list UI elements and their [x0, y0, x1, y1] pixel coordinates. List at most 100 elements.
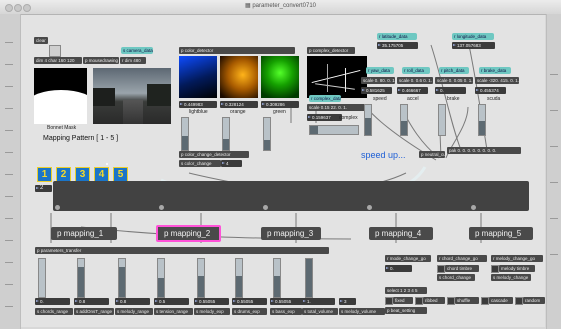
patcher-canvas[interactable]: clear dim 4 char 160 120 p mousedrawing …	[21, 15, 545, 327]
accel-scale-object[interactable]: scale 0. 0.6 0. 1.	[397, 77, 433, 84]
mapping-selected-value[interactable]: 2	[35, 185, 52, 192]
clear-message[interactable]: clear	[34, 37, 48, 44]
green-value[interactable]: 0.309286	[261, 101, 299, 108]
mapping-button-2[interactable]: 2	[56, 167, 71, 182]
toolbar-tool-icon[interactable]	[5, 108, 13, 109]
tension-range-send[interactable]: s tension_range	[154, 308, 193, 315]
toolbar-tool-icon[interactable]	[5, 152, 13, 153]
random-toggle[interactable]	[515, 297, 523, 305]
melody-exp-send[interactable]: s melody_exp	[194, 308, 230, 315]
mode-change-receive[interactable]: r mode_change_go	[385, 255, 431, 262]
melody-exp-slider[interactable]	[197, 258, 205, 298]
orange-slider[interactable]	[222, 117, 230, 151]
color-change-send[interactable]: s color_change	[179, 160, 221, 167]
mapping-patch-2[interactable]: p mapping_2	[156, 225, 221, 242]
parameters-transfer-object[interactable]: p parameters_transfer	[35, 247, 329, 254]
clear-toggle[interactable]	[49, 45, 61, 57]
toolbar-tool-icon[interactable]	[550, 182, 558, 183]
toolbar-tool-icon[interactable]	[5, 86, 13, 87]
roll-data-receive[interactable]: r roll_data	[402, 67, 430, 74]
toolbar-tool-icon[interactable]	[550, 74, 558, 75]
toolbar-tool-icon[interactable]	[5, 262, 13, 263]
melody-change-receive[interactable]: r melody_change_go	[491, 255, 543, 262]
yaw-data-receive[interactable]: r yaw_data	[366, 67, 394, 74]
addons-range-slider[interactable]	[77, 258, 85, 298]
total-volume-value[interactable]: 1.	[302, 298, 335, 305]
toolbar-tool-icon[interactable]	[550, 218, 558, 219]
mousedrawing-object[interactable]: p mousedrawing	[83, 57, 119, 64]
brake-slider[interactable]	[438, 104, 446, 136]
pak-object[interactable]: pak 0. 0. 0. 0. 0. 0. 0. 0.	[447, 147, 521, 154]
complex-detector-object[interactable]: p complex_detector	[307, 47, 355, 54]
beat-setting-object[interactable]: p beat_setting	[385, 307, 427, 314]
bass-exp-send[interactable]: s bass_exp	[270, 308, 302, 315]
melody-range-send[interactable]: s melody_range	[115, 308, 153, 315]
latitude-value[interactable]: 35.175705	[377, 42, 418, 49]
mapping-patch-5[interactable]: p mapping_5	[469, 227, 533, 240]
mapping-button-5[interactable]: 5	[113, 167, 128, 182]
speed-scale-object[interactable]: scale 0. 80. 0. 1.	[361, 77, 395, 84]
melody-range-slider[interactable]	[118, 258, 126, 298]
drums-exp-slider[interactable]	[235, 258, 243, 298]
total-volume-send[interactable]: s total_volume	[302, 308, 338, 315]
scuda-value[interactable]: 0.455374	[475, 87, 506, 94]
toolbar-tool-icon[interactable]	[5, 42, 13, 43]
mapping-button-4[interactable]: 4	[94, 167, 109, 182]
lightblue-value[interactable]: 0.449983	[179, 101, 217, 108]
scuda-slider[interactable]	[478, 104, 486, 136]
fixed-toggle[interactable]	[385, 297, 393, 305]
orange-value[interactable]: 0.328124	[220, 101, 258, 108]
color-detector-object[interactable]: p color_detector	[179, 47, 295, 54]
chord-timbre-toggle[interactable]	[437, 265, 445, 273]
toolbar-tool-icon[interactable]	[5, 218, 13, 219]
toolbar-tool-icon[interactable]	[550, 146, 558, 147]
accel-value[interactable]: 0.466667	[397, 87, 428, 94]
melody-volume-number[interactable]: 3	[339, 298, 356, 305]
complex-data-receive[interactable]: r complex_data	[309, 95, 341, 102]
select-object[interactable]: select 1 2 3 4 5	[385, 287, 427, 294]
camera-data-send[interactable]: s camera_data	[121, 47, 153, 54]
chord-change-send[interactable]: s chord_change	[437, 274, 475, 281]
toolbar-tool-icon[interactable]	[5, 240, 13, 241]
bass-exp-value[interactable]: 0.55055	[270, 298, 305, 305]
chords-range-slider[interactable]	[38, 258, 46, 298]
speed-value[interactable]: 0.581625	[361, 87, 392, 94]
mapping-patch-3[interactable]: p mapping_3	[261, 227, 321, 240]
drums-exp-value[interactable]: 0.55055	[232, 298, 267, 305]
tension-range-slider[interactable]	[157, 258, 165, 298]
chord-change-receive[interactable]: r chord_change_go	[437, 255, 487, 262]
green-slider[interactable]	[263, 117, 271, 151]
bass-exp-slider[interactable]	[273, 258, 281, 298]
ribbed-toggle[interactable]	[415, 297, 423, 305]
mapping-button-3[interactable]: 3	[75, 167, 90, 182]
toolbar-tool-icon[interactable]	[5, 174, 13, 175]
accel-slider[interactable]	[400, 104, 408, 136]
complex-scale-object[interactable]: scale 0.15 22. 0. 1.	[307, 104, 365, 111]
lightblue-slider[interactable]	[181, 117, 189, 151]
melody-range-value[interactable]: 0.8	[115, 298, 150, 305]
melody-volume-send[interactable]: s melody_volume	[339, 308, 385, 315]
addons-range-value[interactable]: 0.8	[74, 298, 109, 305]
pitch-data-receive[interactable]: r pitch_data	[439, 67, 469, 74]
color-change-detector-object[interactable]: p color_change_detector	[179, 151, 249, 158]
chords-range-value[interactable]: 0.	[35, 298, 70, 305]
toolbar-tool-icon[interactable]	[5, 284, 13, 285]
melody-exp-value[interactable]: 0.55055	[194, 298, 229, 305]
mapping-button-1[interactable]: 1	[37, 167, 52, 182]
chords-range-send[interactable]: s chords_range	[35, 308, 73, 315]
mapping-patch-1[interactable]: p mapping_1	[51, 227, 117, 240]
brake-scale-object[interactable]: scale 0. 0.05 0. 1.	[435, 77, 473, 84]
mapping-patch-4[interactable]: p mapping_4	[369, 227, 433, 240]
toolbar-tool-icon[interactable]	[5, 306, 13, 307]
brake-value[interactable]: 0.	[435, 87, 466, 94]
complex-value[interactable]: 0.159637	[307, 114, 342, 121]
brake-data-receive[interactable]: r brake_data	[479, 67, 511, 74]
drums-exp-send[interactable]: s drums_exp	[232, 308, 267, 315]
melody-change-send[interactable]: s melody_change	[491, 274, 531, 281]
toolbar-tool-icon[interactable]	[5, 196, 13, 197]
shuffle-toggle[interactable]	[447, 297, 455, 305]
neutral-cue-object[interactable]: p neutral_cue	[419, 151, 445, 158]
tension-range-value[interactable]: 0.5	[154, 298, 189, 305]
toolbar-tool-icon[interactable]	[5, 64, 13, 65]
complex-hslider[interactable]	[309, 125, 359, 135]
